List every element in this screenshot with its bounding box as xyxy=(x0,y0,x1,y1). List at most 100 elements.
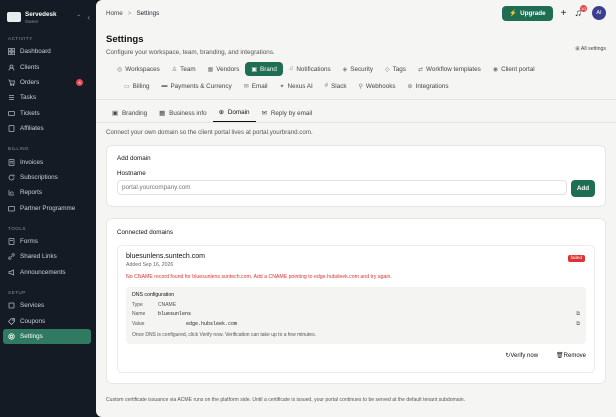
sidebar-item-orders[interactable]: Orders 4 xyxy=(0,75,91,90)
add-domain-title: Add domain xyxy=(117,155,151,162)
sidebar-item-reports[interactable]: Reports xyxy=(0,185,91,200)
avatar[interactable]: AI xyxy=(592,6,606,20)
add-domain-button[interactable]: Add xyxy=(571,180,595,197)
sidebar-item-announcements[interactable]: Announcements xyxy=(0,265,91,280)
sidebar-item-label: Coupons xyxy=(20,317,46,325)
sidebar-item-forms[interactable]: Forms xyxy=(0,234,91,249)
tab-icon: # xyxy=(324,83,329,89)
subtab-business-info[interactable]: ▦ Business info xyxy=(153,105,212,122)
subtab-reply-by-email[interactable]: ✉ Reply by email xyxy=(256,105,319,122)
subtab-domain[interactable]: ⊕ Domain xyxy=(212,105,256,122)
breadcrumb-separator: > xyxy=(127,9,132,17)
sidebar-item-invoices[interactable]: Invoices xyxy=(0,154,91,169)
tab-label: Workspaces xyxy=(125,65,160,73)
sidebar-item-subscriptions[interactable]: Subscriptions xyxy=(0,170,91,185)
topbar: Home > Settings ⚡ Upgrade + ♫ 10 AI xyxy=(96,0,616,26)
tab-icon: ◇ xyxy=(385,66,390,73)
tab-workflow-templates[interactable]: ⇄ Workflow templates xyxy=(412,62,487,76)
megaphone-icon xyxy=(8,269,15,276)
tab-brand[interactable]: ▣ Brand xyxy=(245,62,283,76)
subtab-label: Reply by email xyxy=(270,109,313,117)
sidebar-item-coupons[interactable]: Coupons xyxy=(0,313,91,328)
tab-webhooks[interactable]: ⚲ Webhooks xyxy=(353,79,402,93)
copy-icon[interactable]: ⧉ xyxy=(576,311,580,318)
dns-type-row: Type CNAME xyxy=(132,302,580,308)
tab-vendors[interactable]: ▦ Vendors xyxy=(202,62,246,76)
subtab-branding[interactable]: ▣ Branding xyxy=(106,105,153,122)
divider xyxy=(96,99,616,100)
subtab-icon: ▣ xyxy=(112,109,118,117)
plus-icon[interactable]: + xyxy=(561,8,567,19)
chevron-updown-icon[interactable]: ⌃ xyxy=(76,14,81,21)
tab-integrations[interactable]: ⊕ Integrations xyxy=(402,79,455,93)
subtab-icon: ✉ xyxy=(261,109,267,117)
upgrade-button[interactable]: ⚡ Upgrade xyxy=(502,5,553,21)
tab-icon: ▦ xyxy=(207,66,214,73)
sidebar-item-settings[interactable]: Settings xyxy=(3,328,91,345)
workspace-switcher[interactable]: Servedesk Owner ⌃ ‹ xyxy=(0,0,96,26)
domain-entry: bluesunlens.suntech.com Added Sep 16, 20… xyxy=(117,245,595,373)
tab-slack[interactable]: # Slack xyxy=(319,79,353,93)
domain-actions: ↻Verify now 🗑Remove xyxy=(126,352,586,359)
tab-notifications[interactable]: ♫ Notifications xyxy=(283,62,337,76)
tab-security[interactable]: ◈ Security xyxy=(337,62,379,76)
tab-icon: ◉ xyxy=(492,66,499,73)
sidebar-item-clients[interactable]: Clients xyxy=(0,59,91,74)
sidebar-section-label: BILLING xyxy=(8,146,30,152)
sidebar-item-shared-links[interactable]: Shared Links xyxy=(0,249,91,264)
tab-label: Slack xyxy=(331,82,347,90)
footer-note: Custom certificate issuance via ACME run… xyxy=(106,397,466,403)
partner-icon xyxy=(8,205,15,212)
sidebar-item-tasks[interactable]: Tasks xyxy=(0,90,91,105)
tab-team[interactable]: ♙ Team xyxy=(166,62,202,76)
page-subtitle: Configure your workspace, team, branding… xyxy=(106,49,275,56)
tab-icon: ✦ xyxy=(279,83,285,90)
sidebar-item-label: Settings xyxy=(20,333,43,341)
chart-icon xyxy=(8,189,15,196)
add-domain-card: Add domain Hostname Add xyxy=(106,145,606,207)
dns-note: Once DNS is configured, click Verify now… xyxy=(132,331,316,338)
tab-label: Notifications xyxy=(296,65,331,73)
tab-icon: ♙ xyxy=(171,66,178,73)
page-title: Settings xyxy=(106,34,144,45)
sidebar-item-dashboard[interactable]: Dashboard xyxy=(0,44,91,59)
tab-workspaces[interactable]: ◎ Workspaces xyxy=(111,62,166,76)
org-logo xyxy=(7,12,21,22)
grid-icon xyxy=(8,48,15,56)
bell-icon[interactable]: ♫ 10 xyxy=(575,4,587,19)
copy-icon[interactable]: ⧉ xyxy=(576,321,580,328)
sidebar-section-label: ACTIVITY xyxy=(8,36,33,41)
remove-button[interactable]: 🗑Remove xyxy=(556,352,586,359)
tab-nexus-ai[interactable]: ✦ Nexus AI xyxy=(274,79,319,93)
tab-tags[interactable]: ◇ Tags xyxy=(379,62,412,76)
hostname-input[interactable] xyxy=(117,180,567,195)
breadcrumb-current: Settings xyxy=(136,9,160,17)
verify-now-button[interactable]: ↻Verify now xyxy=(505,352,538,359)
sidebar-item-tickets[interactable]: Tickets xyxy=(0,106,91,121)
tab-client-portal[interactable]: ◉ Client portal xyxy=(487,62,541,76)
link-icon xyxy=(8,253,15,261)
subtab-icon: ⊕ xyxy=(218,109,224,116)
sidebar-item-services[interactable]: Services xyxy=(0,298,91,313)
breadcrumb-home[interactable]: Home xyxy=(106,10,123,17)
tab-icon: ♫ xyxy=(288,66,294,72)
sidebar-item-partner-programme[interactable]: Partner Programme xyxy=(0,201,91,216)
sidebar-item-label: Orders xyxy=(20,78,40,86)
tasks-icon xyxy=(8,94,15,101)
tab-label: Client portal xyxy=(501,65,535,73)
tab-billing[interactable]: ▭ Billing xyxy=(118,79,155,93)
all-settings-link[interactable]: ⊞ All settings xyxy=(575,46,606,56)
tab-email[interactable]: ✉ Email xyxy=(238,79,274,93)
tab-label: Integrations xyxy=(415,82,449,90)
collapse-sidebar-icon[interactable]: ‹ xyxy=(87,13,90,22)
users-icon xyxy=(8,64,15,71)
box-icon xyxy=(8,302,15,309)
sidebar-item-affiliates[interactable]: Affiliates xyxy=(0,121,91,136)
remove-label: Remove xyxy=(563,353,586,359)
tab-label: Team xyxy=(180,65,196,73)
connected-domains-card: Connected domains bluesunlens.suntech.co… xyxy=(106,218,606,384)
subtab-icon: ▦ xyxy=(159,109,166,117)
tab-payments-currency[interactable]: ▬ Payments & Currency xyxy=(155,79,237,93)
tab-label: Tags xyxy=(392,65,406,73)
main-panel: Home > Settings ⚡ Upgrade + ♫ 10 AI Setti… xyxy=(96,0,616,417)
